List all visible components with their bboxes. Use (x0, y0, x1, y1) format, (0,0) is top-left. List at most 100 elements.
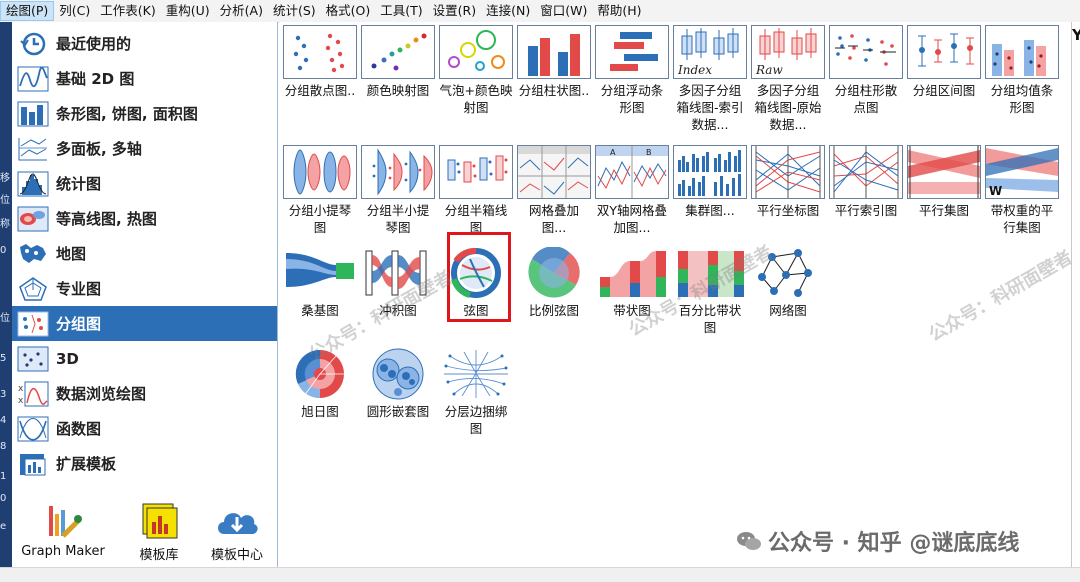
tile-weighted-parallel[interactable]: W 带权重的平行集图 (985, 145, 1059, 236)
color-map-thumbnail (361, 25, 435, 79)
index-text: Index (677, 63, 712, 77)
tile-ribbon[interactable]: 带状图 (595, 247, 669, 319)
menu-tools[interactable]: 工具(T) (375, 1, 427, 21)
tile-column-scatter[interactable]: 分组柱形散点图 (829, 25, 903, 116)
category-label: 数据浏览绘图 (56, 385, 147, 403)
template-library-button[interactable]: 模板库 (124, 500, 194, 563)
menu-analysis[interactable]: 分析(A) (215, 1, 268, 21)
menu-plot[interactable]: 绘图(P) (0, 1, 55, 21)
menu-connect[interactable]: 连接(N) (481, 1, 535, 21)
category-3d[interactable]: 3D (12, 341, 277, 376)
category-function[interactable]: 函数图 (12, 411, 277, 446)
tile-grid-overlay[interactable]: 网格叠加图... (517, 145, 591, 236)
sunburst-thumbnail (284, 348, 356, 400)
menu-settings[interactable]: 设置(R) (428, 1, 481, 21)
function-icon (16, 415, 50, 443)
tile-mean-bar[interactable]: 分组均值条形图 (985, 25, 1059, 116)
bottom-toolbar: Graph Maker 模板库 模板中心 (12, 500, 277, 570)
category-label: 多面板, 多轴 (56, 140, 142, 158)
tile-label: 分层边捆绑图 (444, 404, 508, 436)
tile-half-box[interactable]: 分组半箱线图 (439, 145, 513, 236)
category-label: 分组图 (56, 315, 102, 333)
raw-text: Raw (755, 63, 783, 77)
tile-label: 冲积图 (379, 303, 417, 318)
background-window-edge: Y (1071, 22, 1080, 581)
category-specialized[interactable]: 专业图 (12, 271, 277, 306)
category-data-browse[interactable]: xx 数据浏览绘图 (12, 376, 277, 411)
menu-reconstruct[interactable]: 重构(U) (161, 1, 215, 21)
category-grouped[interactable]: 分组图 (12, 306, 277, 341)
category-map[interactable]: 地图 (12, 236, 277, 271)
violin-thumbnail (283, 145, 357, 199)
menu-format[interactable]: 格式(O) (321, 1, 376, 21)
tile-circle-packing[interactable]: 圆形嵌套图 (361, 348, 435, 420)
tile-network[interactable]: 网络图 (751, 247, 825, 319)
tile-bubble-color[interactable]: 气泡+颜色映射图 (439, 25, 513, 116)
tile-grouped-scatter[interactable]: 分组散点图.. (283, 25, 357, 99)
tile-half-violin[interactable]: 分组半小提琴图 (361, 145, 435, 236)
tile-label: 桑基图 (301, 303, 339, 318)
tile-label: 分组均值条形图 (990, 83, 1054, 115)
menu-window[interactable]: 窗口(W) (535, 1, 592, 21)
tile-grouped-bar[interactable]: 分组柱状图.. (517, 25, 591, 99)
pentagon-icon (16, 275, 50, 303)
category-statistics[interactable]: 统计图 (12, 166, 277, 201)
tile-alluvial[interactable]: 冲积图 (361, 247, 435, 319)
tile-parallel-coord[interactable]: 平行坐标图 (751, 145, 825, 219)
heatmap-icon (16, 205, 50, 233)
scatter-3d-icon (16, 345, 50, 373)
tile-sankey[interactable]: 桑基图 (283, 247, 357, 319)
tile-floating-bar[interactable]: 分组浮动条形图 (595, 25, 669, 116)
menu-help[interactable]: 帮助(H) (592, 1, 646, 21)
menu-worksheet[interactable]: 工作表(K) (95, 1, 160, 21)
tile-label: 带权重的平行集图 (990, 203, 1054, 235)
tile-label: 网络图 (769, 303, 807, 318)
graph-maker-label: Graph Maker (21, 544, 105, 559)
tile-label: 分组半箱线图 (444, 203, 508, 235)
tile-pct-ribbon[interactable]: 百分比带状图 (673, 247, 747, 336)
tile-box-raw[interactable]: Raw 多因子分组箱线图-原始数据... (751, 25, 825, 133)
category-bar-pie-area[interactable]: 条形图, 饼图, 面积图 (12, 96, 277, 131)
tile-violin[interactable]: 分组小提琴图 (283, 145, 357, 236)
bar-chart-icon (16, 100, 50, 128)
category-recent[interactable]: 最近使用的 (12, 26, 277, 61)
template-center-label: 模板中心 (210, 548, 263, 563)
credit-overlay: 公众号 · 知乎 @谜底底线 (736, 525, 1019, 557)
category-basic-2d[interactable]: 基础 2D 图 (12, 61, 277, 96)
tile-double-y-grid[interactable]: AB 双Y轴网格叠加图... (595, 145, 669, 236)
mean-bar-thumbnail (985, 25, 1059, 79)
tile-sunburst[interactable]: 旭日图 (283, 348, 357, 420)
graph-maker-icon (43, 500, 83, 540)
watermark-text: 公众号：科研面壁者 (925, 246, 1077, 346)
alluvial-thumbnail (362, 247, 434, 299)
tile-label: 平行集图 (918, 203, 969, 218)
tile-label: 网格叠加图... (528, 203, 579, 235)
template-library-label: 模板库 (139, 548, 179, 563)
tile-parallel-index[interactable]: 平行索引图 (829, 145, 903, 219)
prop-chord-thumbnail (518, 247, 590, 299)
graph-maker-button[interactable]: Graph Maker (16, 500, 110, 559)
tile-color-map[interactable]: 颜色映射图 (361, 25, 435, 99)
circle-packing-thumbnail (362, 348, 434, 400)
interval-thumbnail (907, 25, 981, 79)
strip-text: 位 (0, 313, 10, 324)
tile-prop-chord[interactable]: 比例弦图 (517, 247, 591, 319)
strip-text: e (0, 521, 7, 532)
tile-edge-bundling[interactable]: 分层边捆绑图 (439, 348, 513, 437)
tile-box-index[interactable]: Index 多因子分组箱线图-索引数据... (673, 25, 747, 133)
grouped-icon (16, 310, 50, 338)
tile-cluster[interactable]: 集群图... (673, 145, 747, 219)
category-label: 专业图 (56, 280, 102, 298)
menu-statistics[interactable]: 统计(S) (268, 1, 321, 21)
pct-ribbon-thumbnail (674, 247, 746, 299)
tile-interval[interactable]: 分组区间图 (907, 25, 981, 99)
weighted-parallel-thumbnail: W (985, 145, 1059, 199)
tile-parallel-sets[interactable]: 平行集图 (907, 145, 981, 219)
category-template-ext[interactable]: 扩展模板 (12, 446, 277, 481)
category-multi-panel[interactable]: 多面板, 多轴 (12, 131, 277, 166)
category-contour-heatmap[interactable]: 等高线图, 热图 (12, 201, 277, 236)
menu-column[interactable]: 列(C) (54, 1, 95, 21)
template-center-button[interactable]: 模板中心 (202, 500, 272, 563)
tile-label: 多因子分组箱线图-原始数据... (754, 83, 822, 132)
tile-label: 分组柱状图.. (518, 83, 590, 98)
